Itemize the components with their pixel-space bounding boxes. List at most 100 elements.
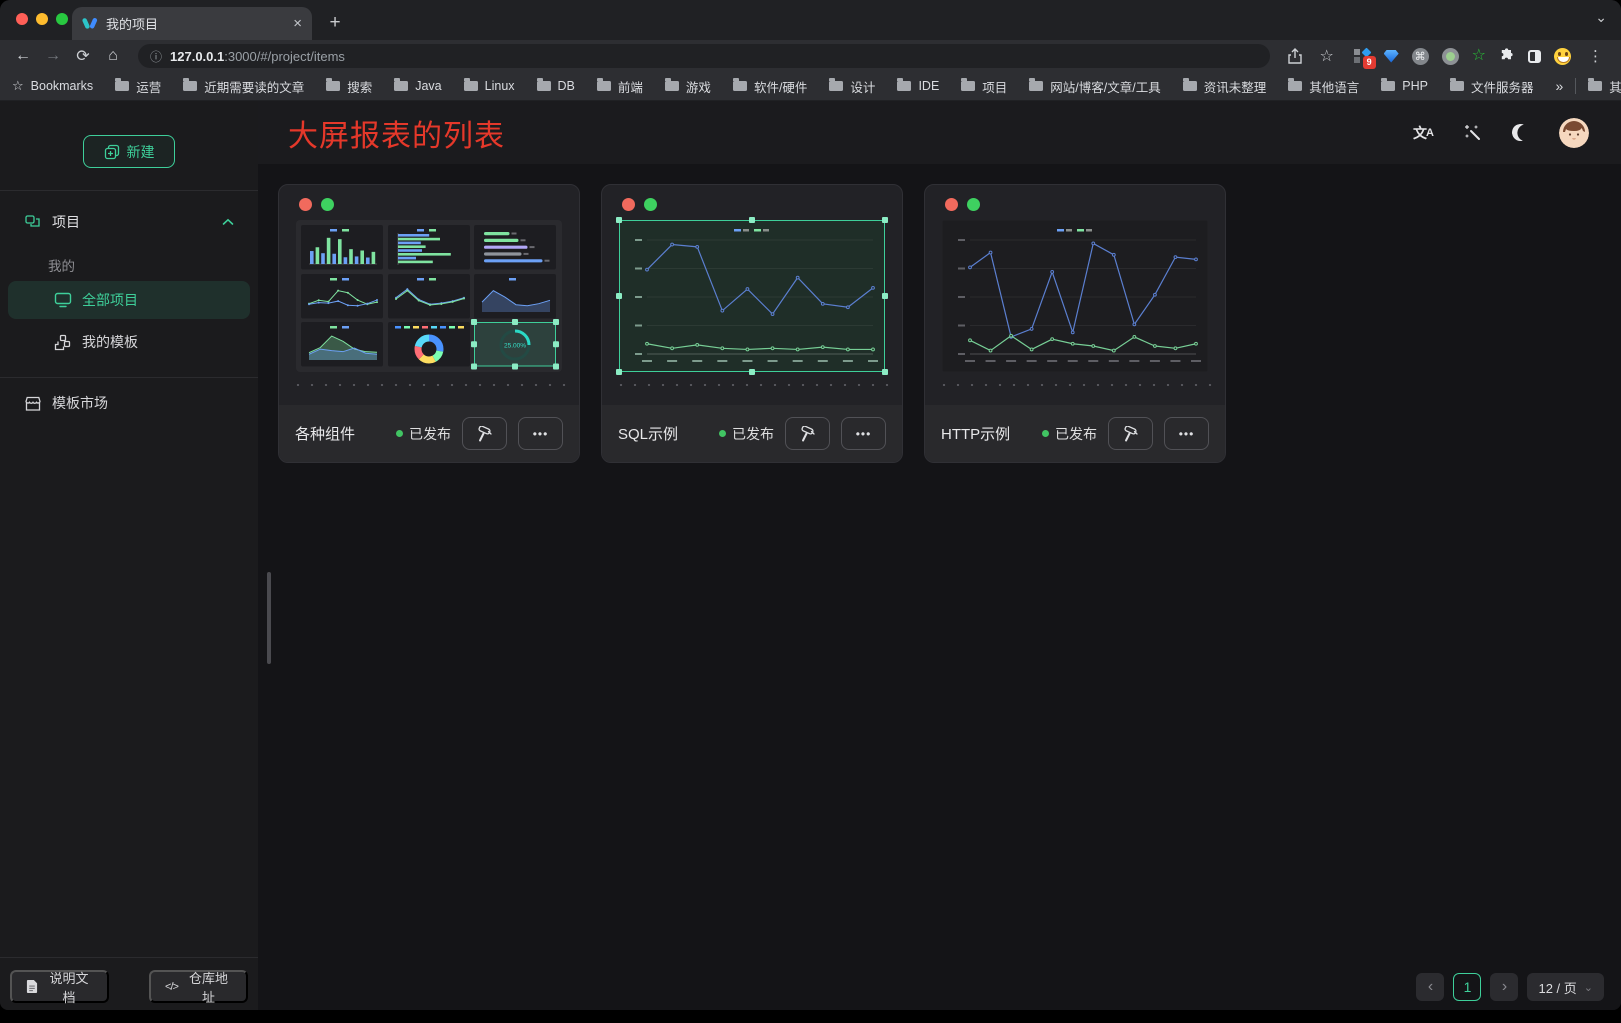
bookmark-folder[interactable]: 运营	[115, 77, 161, 96]
bookmark-folder[interactable]: 设计	[829, 77, 875, 96]
new-tab-button[interactable]: +	[322, 10, 348, 36]
folder-icon	[464, 81, 478, 91]
bookmark-folder[interactable]: Java	[394, 77, 441, 96]
more-button[interactable]: •••	[518, 417, 563, 450]
extension-squares-icon[interactable]: 9	[1354, 48, 1371, 65]
url-path: :3000/#/project/items	[224, 49, 345, 64]
bookmark-folder[interactable]: PHP	[1381, 77, 1428, 96]
bookmark-folder[interactable]: 资讯未整理	[1183, 77, 1267, 96]
bookmarks-bar: ☆ Bookmarks 运营 近期需要读的文章 搜索 Java Linux DB 前端 游戏 软…	[0, 72, 1621, 101]
folder-icon	[961, 81, 975, 91]
language-icon[interactable]: 文A	[1413, 123, 1433, 143]
mini-chart-line2	[301, 274, 383, 319]
bookmarks-overflow-icon[interactable]: »	[1555, 78, 1563, 94]
avatar[interactable]	[1559, 118, 1589, 148]
tab-search-chevron-icon[interactable]: ⌄	[1595, 9, 1607, 26]
close-window-button[interactable]	[16, 13, 28, 25]
sidebar-section-projects[interactable]: 项目	[0, 205, 258, 239]
minimize-window-button[interactable]	[36, 13, 48, 25]
bookmark-folder[interactable]: IDE	[897, 77, 939, 96]
next-page-button[interactable]: ›	[1490, 973, 1518, 1001]
address-bar[interactable]: ⓘ 127.0.0.1:3000/#/project/items	[138, 44, 1270, 68]
bookmark-folder[interactable]: 其他语言	[1288, 77, 1359, 96]
edit-button[interactable]	[785, 417, 830, 450]
status-dot	[396, 430, 403, 437]
page-size-select[interactable]: 12 / 页 ⌄	[1527, 973, 1604, 1001]
bookmark-folder-label: 项目	[982, 77, 1007, 96]
bookmark-folder[interactable]: 近期需要读的文章	[183, 77, 304, 96]
extension-panel-icon[interactable]	[1528, 50, 1541, 63]
site-info-icon[interactable]: ⓘ	[150, 48, 162, 65]
current-page-button[interactable]: 1	[1453, 973, 1481, 1001]
bookmark-folder[interactable]: Linux	[464, 77, 515, 96]
template-market-label: 模板市场	[52, 393, 108, 413]
folder-icon	[1450, 81, 1464, 91]
share-icon[interactable]	[1282, 43, 1308, 69]
bookmark-folder[interactable]: 项目	[961, 77, 1007, 96]
extension-star-icon[interactable]: ☆	[1472, 48, 1486, 64]
page-size-value: 12 / 页	[1538, 978, 1576, 997]
extension-gem-icon[interactable]	[1384, 50, 1399, 63]
maximize-window-button[interactable]	[56, 13, 68, 25]
status-badge: 已发布	[1042, 424, 1097, 444]
home-icon[interactable]: ⌂	[100, 43, 126, 69]
chevron-up-icon[interactable]	[222, 218, 234, 226]
red-dot	[945, 198, 958, 211]
sidebar-item-my-templates[interactable]: 我的模板	[8, 323, 250, 361]
extension-smiley-icon[interactable]	[1554, 48, 1571, 65]
browser-menu-icon[interactable]: ⋮	[1584, 47, 1607, 65]
sidebar-item-template-market[interactable]: 模板市场	[0, 384, 258, 422]
scrollbar-thumb[interactable]	[267, 572, 271, 664]
bookmark-folder-label: PHP	[1402, 79, 1428, 93]
extension-record-icon[interactable]	[1442, 48, 1459, 65]
extension-badge: 9	[1363, 56, 1376, 69]
bookmark-folder[interactable]: 软件/硬件	[733, 77, 807, 96]
hammer-icon	[476, 426, 493, 442]
magic-wand-icon[interactable]	[1463, 123, 1482, 142]
project-card[interactable]: 25.00%各种组件已发布•••	[278, 184, 580, 463]
other-bookmarks-label: 其他书签	[1609, 77, 1621, 96]
app-root: 新建 项目 我的 全部项目	[0, 101, 1621, 1010]
url-text: 127.0.0.1:3000/#/project/items	[170, 49, 345, 64]
bookmark-folder-label: 软件/硬件	[754, 77, 807, 96]
red-dot	[622, 198, 635, 211]
more-button[interactable]: •••	[1164, 417, 1209, 450]
sidebar-item-all-projects[interactable]: 全部项目	[8, 281, 250, 319]
bookmark-star-icon[interactable]: ☆	[1314, 43, 1340, 69]
bookmark-folder-label: 设计	[850, 77, 875, 96]
bookmark-folder-label: 文件服务器	[1471, 77, 1534, 96]
back-icon[interactable]: ←	[10, 43, 36, 69]
reload-icon[interactable]: ⟳	[70, 43, 96, 69]
browser-tab[interactable]: 我的项目 ×	[72, 7, 312, 40]
bookmarks-label: Bookmarks	[31, 79, 94, 93]
repo-button[interactable]: </> 仓库地址	[149, 970, 248, 1003]
edit-button[interactable]	[1108, 417, 1153, 450]
forward-icon[interactable]: →	[40, 43, 66, 69]
main-area: 大屏报表的列表 文A	[258, 101, 1621, 1010]
bookmark-folder-label: Java	[415, 79, 441, 93]
more-button[interactable]: •••	[841, 417, 886, 450]
bookmark-folder[interactable]: 文件服务器	[1450, 77, 1534, 96]
bookmark-folder[interactable]: 网站/博客/文章/工具	[1029, 77, 1160, 96]
status-label: 已发布	[409, 424, 451, 444]
bookmark-folder[interactable]: 游戏	[665, 77, 711, 96]
bookmark-folder[interactable]: 前端	[597, 77, 643, 96]
prev-page-button[interactable]: ‹	[1416, 973, 1444, 1001]
project-card[interactable]: SQL示例已发布•••	[601, 184, 903, 463]
bookmark-folder[interactable]: 搜索	[326, 77, 372, 96]
docs-button[interactable]: 说明文档	[10, 970, 109, 1003]
extension-command-icon[interactable]: ⌘	[1412, 48, 1429, 65]
card-footer: SQL示例已发布•••	[602, 405, 902, 462]
bookmark-folder-label: DB	[558, 79, 575, 93]
other-bookmarks-folder[interactable]: 其他书签	[1588, 77, 1621, 96]
bookmark-folder-label: 前端	[618, 77, 643, 96]
extensions-puzzle-icon[interactable]	[1499, 48, 1515, 64]
bookmarks-manager[interactable]: ☆ Bookmarks	[12, 78, 93, 94]
edit-button[interactable]	[462, 417, 507, 450]
dark-mode-moon-icon[interactable]	[1512, 124, 1529, 141]
new-project-button[interactable]: 新建	[83, 135, 175, 168]
tab-close-icon[interactable]: ×	[293, 16, 302, 31]
dotted-divider	[612, 384, 892, 386]
project-card[interactable]: HTTP示例已发布•••	[924, 184, 1226, 463]
bookmark-folder[interactable]: DB	[537, 77, 575, 96]
